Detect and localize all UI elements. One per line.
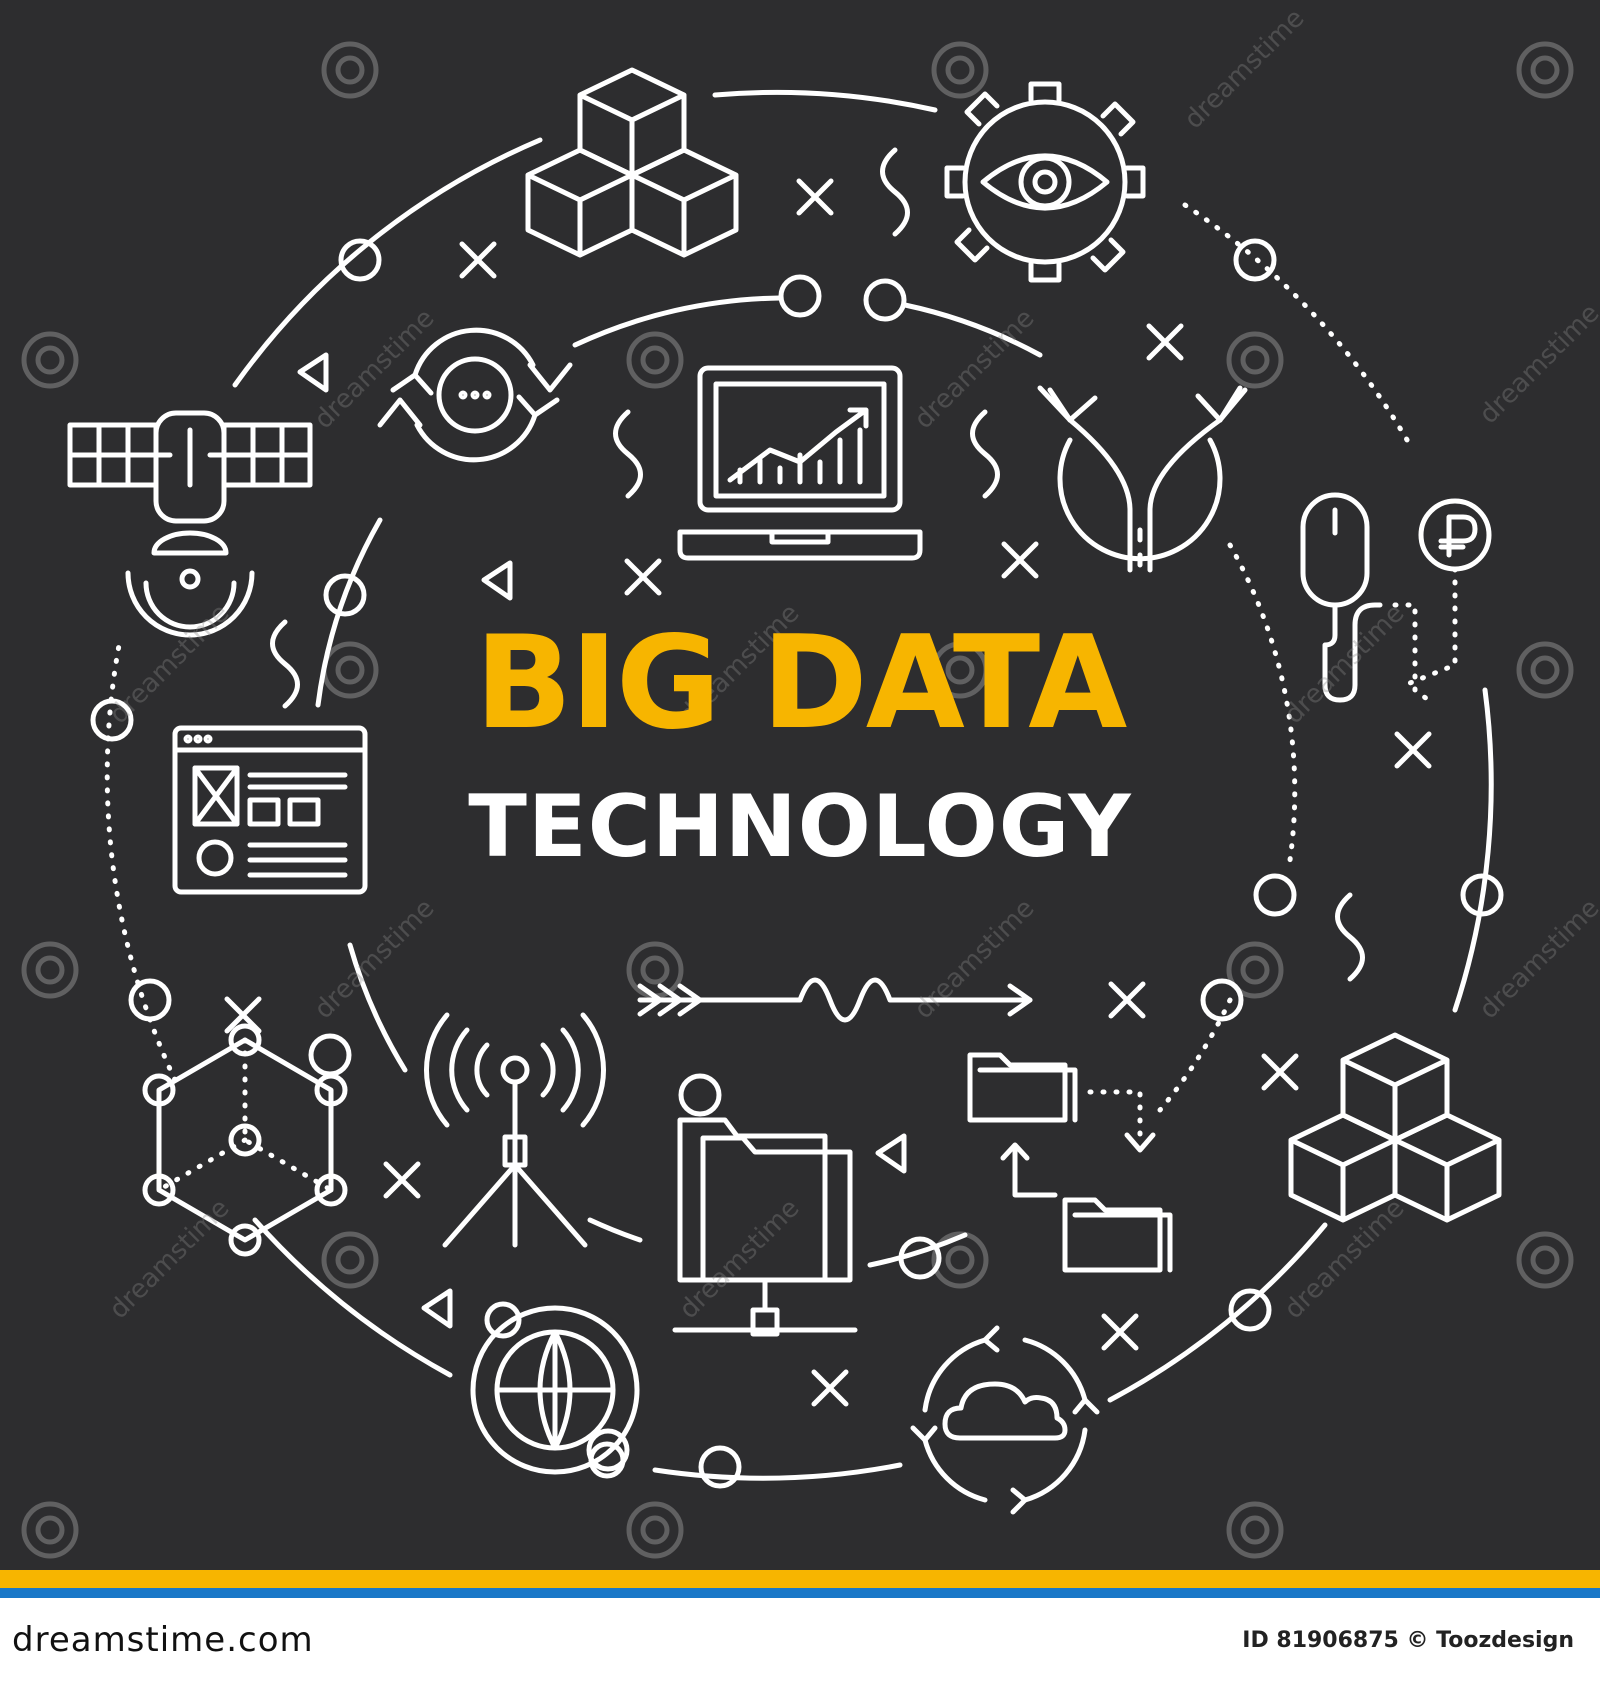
laptop-chart-icon <box>677 365 923 561</box>
radio-tower-icon <box>423 1012 607 1248</box>
footer-logo[interactable]: dreamstime.com <box>12 1620 314 1660</box>
gear-eye-icon <box>944 81 1146 283</box>
cubes-right-icon <box>1288 1032 1502 1223</box>
satellite-icon <box>67 410 313 638</box>
svg-text:dreamstime: dreamstime <box>1474 298 1600 430</box>
footer-bar: dreamstime.com ID 81906875 © Toozdesign <box>0 1598 1600 1690</box>
svg-text:dreamstime: dreamstime <box>104 1193 236 1325</box>
svg-text:dreamstime: dreamstime <box>309 893 441 1025</box>
footer-image-credit: ID 81906875 © Toozdesign <box>1242 1628 1574 1653</box>
svg-text:dreamstime: dreamstime <box>674 1193 806 1325</box>
globe-orbit-icon <box>470 1301 640 1479</box>
cloud-sync-icon <box>910 1325 1100 1515</box>
split-road-arrows-icon <box>1037 385 1248 573</box>
accent-stripe-yellow <box>0 1570 1600 1588</box>
cubes-icon <box>525 67 739 258</box>
title-technology: TECHNOLOGY <box>468 777 1132 877</box>
arrow-wave-icon <box>637 977 1033 1023</box>
svg-text:dreamstime: dreamstime <box>1179 3 1311 135</box>
accent-stripe-blue <box>0 1588 1600 1598</box>
title-block: BIG DATA TECHNOLOGY <box>0 609 1600 877</box>
title-big-data: BIG DATA <box>474 609 1128 758</box>
poster: dreamstime dreamstime dreamstime dreamst… <box>0 0 1600 1690</box>
folder-sync-icon <box>967 1052 1173 1273</box>
network-cube-icon <box>142 1023 348 1257</box>
